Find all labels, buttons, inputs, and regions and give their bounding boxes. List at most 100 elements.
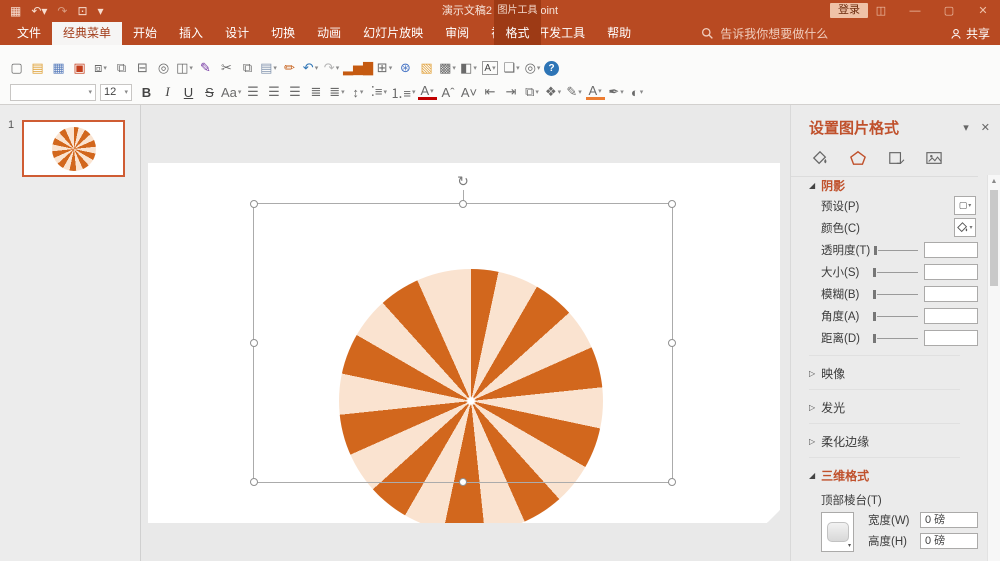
callout-shape-icon[interactable]: ❑▾ — [502, 58, 521, 78]
justify-icon[interactable]: ≣ — [306, 82, 325, 102]
share-button[interactable]: 共享 — [950, 22, 990, 45]
tell-me-search[interactable]: 告诉我你想要做什么 — [701, 22, 828, 45]
slider-control[interactable] — [871, 267, 917, 277]
shadow-color-button[interactable]: ▾ — [954, 218, 976, 237]
selection-handle[interactable] — [250, 478, 258, 486]
underline-icon[interactable]: U — [179, 82, 198, 102]
strikethrough-icon[interactable]: S — [200, 82, 219, 102]
threed-section-header[interactable]: ◢ 三维格式 — [809, 467, 978, 484]
selection-handle[interactable] — [668, 478, 676, 486]
zoom-icon[interactable]: ◎▾ — [523, 58, 542, 78]
table-icon[interactable]: ⊞▾ — [375, 58, 394, 78]
text-box-icon[interactable]: A▾ — [482, 61, 498, 75]
slider-value-input[interactable] — [924, 308, 978, 324]
tab-slideshow[interactable]: 幻灯片放映 — [352, 22, 434, 45]
customize-qat-icon[interactable]: ▾ — [98, 0, 104, 22]
slider-value-input[interactable] — [924, 242, 978, 258]
panel-scrollbar[interactable]: ▲ — [987, 175, 1000, 561]
slider-value-input[interactable] — [924, 286, 978, 302]
slider-control[interactable] — [872, 245, 918, 255]
slider-value-input[interactable] — [924, 330, 978, 346]
size-properties-tab[interactable] — [885, 148, 907, 168]
cut-icon[interactable]: ✂ — [217, 58, 236, 78]
italic-icon[interactable]: I — [158, 82, 177, 102]
numbering-icon[interactable]: ⒈≡▾ — [390, 82, 415, 102]
selection-handle[interactable] — [459, 478, 467, 486]
close-button[interactable]: ✕ — [966, 0, 1000, 22]
font-size-combo[interactable]: 12 ▾ — [100, 84, 132, 101]
increase-indent-icon[interactable]: ⇥ — [502, 82, 521, 102]
ribbon-display-options-button[interactable]: ◫ — [864, 0, 898, 22]
rotate-handle-icon[interactable]: ↻ — [457, 174, 469, 188]
glow-section-header[interactable]: ▷发光 — [809, 399, 978, 416]
decrease-indent-icon[interactable]: ⇤ — [481, 82, 500, 102]
reflection-section-header[interactable]: ▷映像 — [809, 365, 978, 382]
selection-handle[interactable] — [668, 200, 676, 208]
selection-handle[interactable] — [250, 339, 258, 347]
restore-button[interactable]: ▢ — [932, 0, 966, 22]
scrollbar-thumb[interactable] — [990, 190, 998, 286]
shadow-section-header[interactable]: ◢ 阴影 — [809, 177, 978, 194]
align-left-icon[interactable]: ☰ — [243, 82, 262, 102]
sign-in-button[interactable]: 登录 — [830, 3, 868, 18]
paste-icon[interactable]: ▤▾ — [259, 58, 278, 78]
save-icon[interactable]: ▦ — [49, 58, 68, 78]
redo-icon[interactable]: ↷ — [57, 0, 67, 22]
duplicate-icon[interactable]: ⧉ — [112, 58, 131, 78]
copy-icon[interactable]: ⧉ — [238, 58, 257, 78]
help-icon[interactable]: ? — [544, 61, 559, 76]
open-icon[interactable]: ▤ — [28, 58, 47, 78]
fill-line-tab[interactable] — [809, 148, 831, 168]
tab-home[interactable]: 开始 — [122, 22, 168, 45]
line-spacing-icon[interactable]: ≣▾ — [327, 82, 346, 102]
scroll-up-icon[interactable]: ▲ — [988, 175, 1000, 188]
panel-close-icon[interactable]: ✕ — [981, 121, 990, 134]
top-bevel-button[interactable]: ▾ — [821, 512, 854, 552]
top-width-input[interactable]: 0 磅 — [920, 512, 978, 528]
hyperlink-icon[interactable]: ⊛ — [396, 58, 415, 78]
undo-icon[interactable]: ↶▾ — [31, 0, 47, 22]
slider-control[interactable] — [871, 333, 917, 343]
align-right-icon[interactable]: ☰ — [285, 82, 304, 102]
new-presentation-icon[interactable]: ▢ — [7, 58, 26, 78]
photo-album-icon[interactable]: ▧ — [417, 58, 436, 78]
undo-icon[interactable]: ↶▾ — [301, 58, 320, 78]
picture-tab[interactable] — [923, 148, 945, 168]
chart-icon[interactable]: ▂▅▇ — [343, 58, 373, 78]
draw-pen-icon[interactable]: ✎▾ — [565, 82, 584, 102]
font-name-combo[interactable]: ▾ — [10, 84, 96, 101]
bold-icon[interactable]: B — [137, 82, 156, 102]
font-color-icon[interactable]: A▾ — [418, 84, 437, 100]
shrink-font-icon[interactable]: A˅ — [460, 82, 479, 102]
print-icon[interactable]: ⊟ — [133, 58, 152, 78]
tab-design[interactable]: 设计 — [214, 22, 260, 45]
window-layout-icon[interactable]: ◫▾ — [175, 58, 194, 78]
align-center-icon[interactable]: ☰ — [264, 82, 283, 102]
slider-value-input[interactable] — [924, 264, 978, 280]
selection-box[interactable]: ↻ — [253, 203, 673, 483]
print-preview-icon[interactable]: ◎ — [154, 58, 173, 78]
tab-file[interactable]: 文件 — [6, 22, 52, 45]
bullets-icon[interactable]: ⁚≡▾ — [369, 82, 388, 102]
selection-handle[interactable] — [250, 200, 258, 208]
shadow-preset-button[interactable]: ▢▾ — [954, 196, 976, 215]
tab-classic-menu[interactable]: 经典菜单 — [52, 22, 122, 45]
change-case-icon[interactable]: Aa▾ — [221, 82, 241, 102]
text-direction-icon[interactable]: ↕▾ — [348, 82, 367, 102]
soft-edges-section-header[interactable]: ▷柔化边缘 — [809, 433, 978, 450]
highlight-color-icon[interactable]: A▾ — [586, 84, 605, 100]
save-as-document-icon[interactable]: ▣ — [70, 58, 89, 78]
selection-handle[interactable] — [668, 339, 676, 347]
selection-handle[interactable] — [459, 200, 467, 208]
tab-transitions[interactable]: 切换 — [260, 22, 306, 45]
export-icon[interactable]: ⧈▾ — [91, 58, 110, 78]
panel-collapse-icon[interactable]: ▾ — [963, 121, 969, 134]
grow-font-icon[interactable]: Aˆ — [439, 82, 458, 102]
touch-mode-icon[interactable]: ⊡ — [77, 0, 87, 22]
redo-icon[interactable]: ↷▾ — [322, 58, 341, 78]
slide-1-thumbnail[interactable] — [22, 120, 125, 177]
tab-animations[interactable]: 动画 — [306, 22, 352, 45]
format-painter-icon[interactable]: ✏ — [280, 58, 299, 78]
shapes-icon[interactable]: ❖▾ — [544, 82, 563, 102]
slider-control[interactable] — [871, 311, 917, 321]
